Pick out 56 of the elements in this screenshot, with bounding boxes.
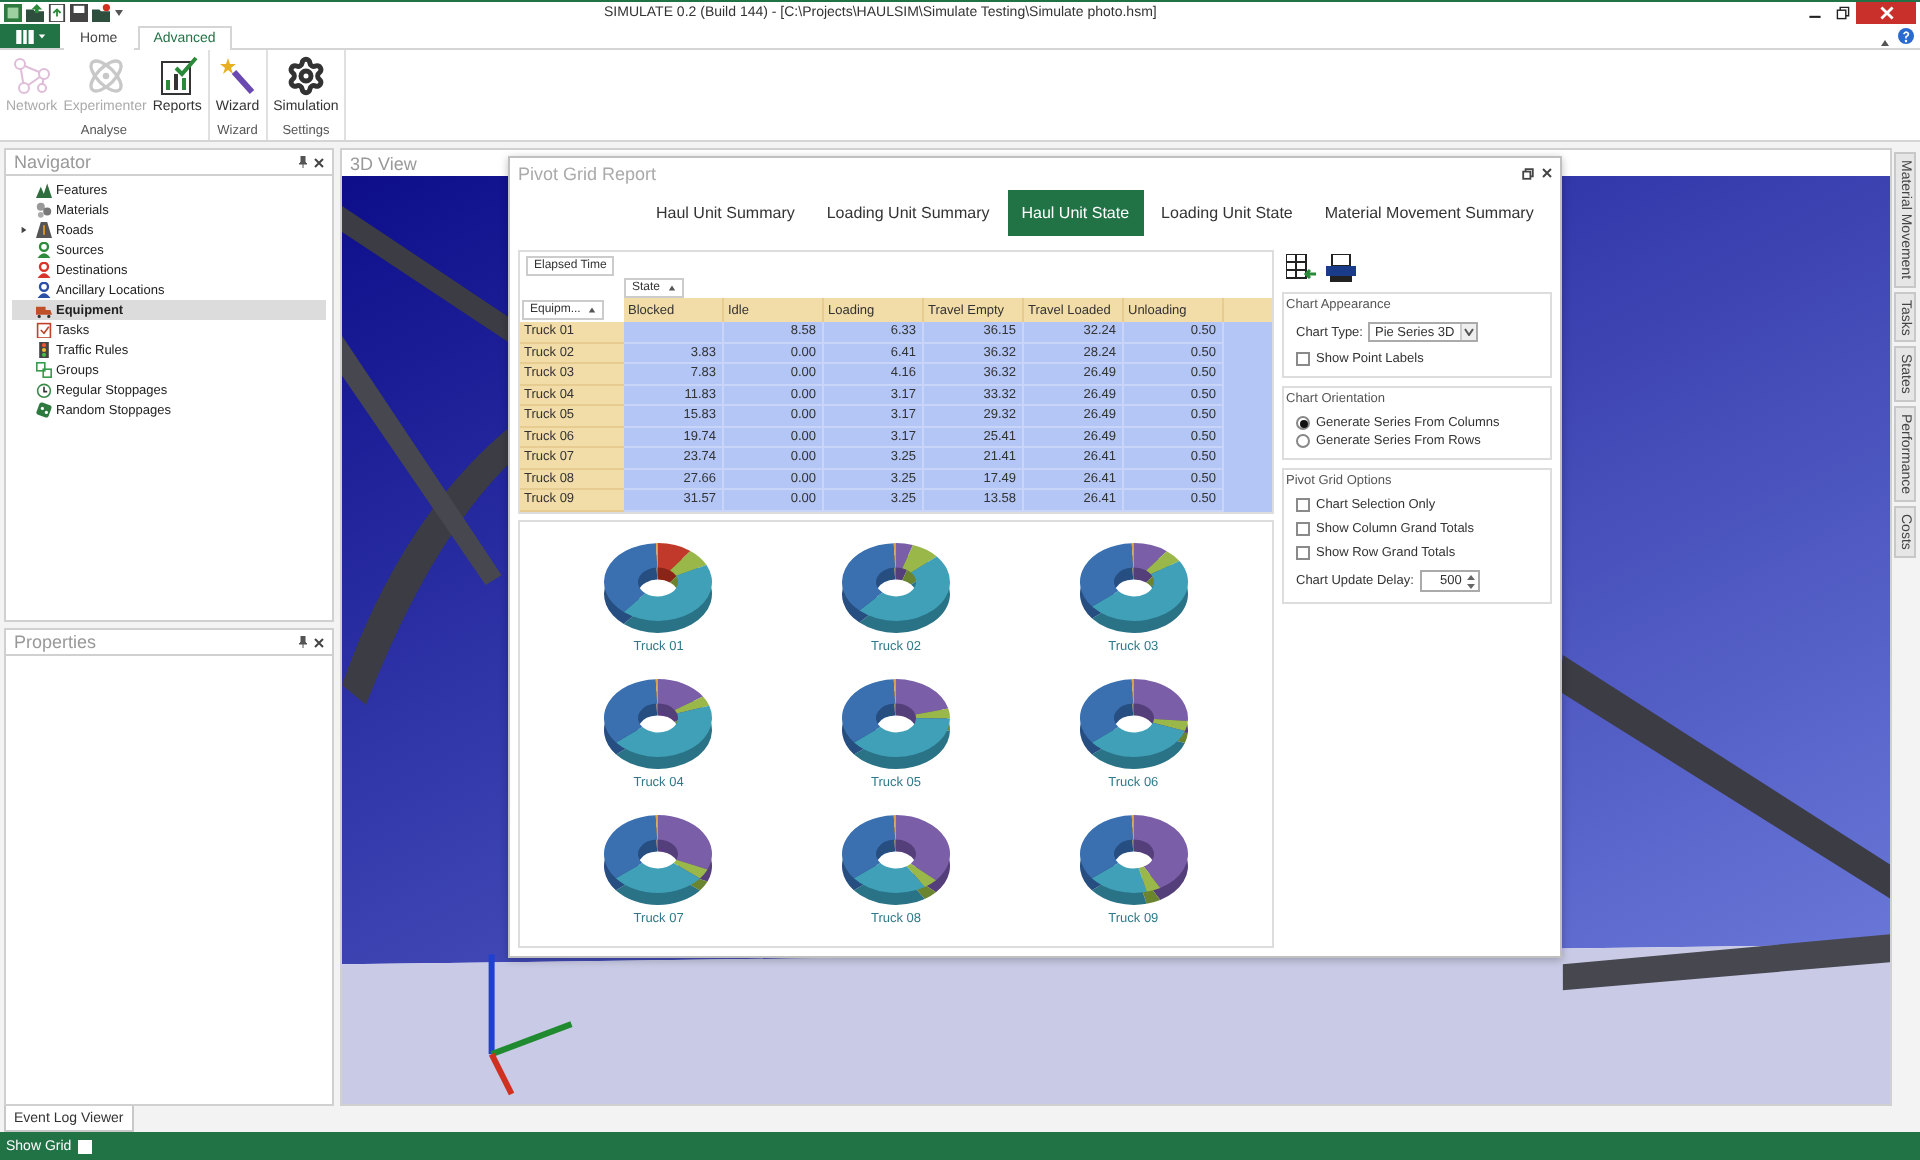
restore-icon	[1835, 6, 1849, 20]
restore-icon[interactable]	[1522, 167, 1534, 179]
close-button[interactable]	[1856, 2, 1916, 24]
magic-wand-icon	[217, 56, 258, 96]
document-icon[interactable]	[48, 4, 66, 22]
expand-icon[interactable]	[20, 226, 28, 234]
report-tab[interactable]: Haul Unit State	[1007, 190, 1144, 236]
close-icon[interactable]	[314, 157, 324, 167]
spinner-arrows-icon[interactable]	[1465, 573, 1476, 589]
dice-icon	[36, 402, 52, 418]
report-icon	[157, 56, 198, 96]
save-icon[interactable]	[70, 4, 88, 22]
pin-icon[interactable]	[298, 636, 308, 648]
radio-button[interactable]	[1296, 416, 1310, 430]
window-title: Pivot Grid Report	[518, 163, 659, 183]
network-icon	[11, 56, 52, 96]
atom-icon	[85, 56, 125, 96]
report-tab[interactable]: Loading Unit Summary	[812, 190, 1004, 236]
folder-icon[interactable]	[26, 4, 44, 22]
checkbox[interactable]	[1296, 522, 1310, 536]
panel-title: Navigator	[14, 152, 94, 172]
panel-title: 3D View	[350, 153, 417, 173]
print-icon[interactable]	[1326, 253, 1356, 281]
squares-icon	[36, 362, 52, 378]
close-icon[interactable]	[314, 637, 324, 647]
folder-icon[interactable]	[92, 4, 110, 22]
caret-icon	[1464, 328, 1475, 336]
sort-icon[interactable]	[588, 306, 597, 314]
clock-icon	[36, 382, 52, 398]
report-tab[interactable]: Haul Unit Summary	[642, 190, 809, 236]
panel-title: Properties	[14, 632, 99, 652]
checkbox[interactable]	[1296, 546, 1310, 560]
dots-icon	[36, 202, 52, 218]
caret-icon[interactable]	[114, 8, 124, 18]
road-icon	[36, 222, 52, 238]
caret-icon	[37, 32, 45, 40]
settings-icon	[285, 56, 326, 96]
truck-icon	[36, 302, 52, 318]
report-tab[interactable]: Material Movement Summary	[1310, 190, 1548, 236]
file-menu-button[interactable]	[0, 24, 60, 48]
radio-button[interactable]	[1296, 434, 1310, 448]
axes-icon	[488, 954, 573, 1096]
traffic-light-icon	[36, 342, 52, 358]
help-icon[interactable]	[1898, 28, 1914, 44]
report-tab[interactable]: Loading Unit State	[1147, 190, 1307, 236]
mountain-icon	[36, 182, 52, 198]
clipboard-icon	[36, 322, 52, 338]
export-grid-icon[interactable]	[1286, 253, 1316, 281]
table-cell	[624, 322, 724, 343]
close-icon	[1879, 6, 1893, 20]
columns-icon	[15, 29, 33, 43]
checkbox[interactable]	[1296, 352, 1310, 366]
pin-icon[interactable]	[298, 156, 308, 168]
sort-icon[interactable]	[668, 284, 677, 292]
close-icon[interactable]	[1542, 168, 1552, 178]
checkbox[interactable]	[1296, 498, 1310, 512]
